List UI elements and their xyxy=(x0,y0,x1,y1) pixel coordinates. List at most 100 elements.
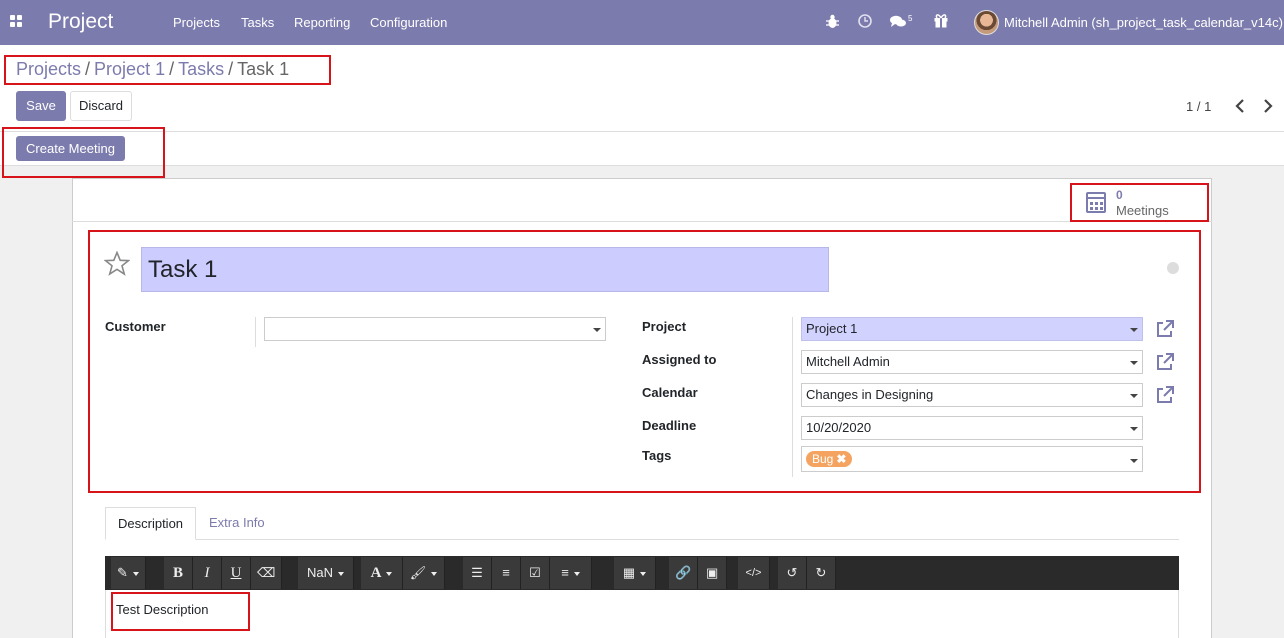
clock-icon[interactable] xyxy=(858,14,872,28)
external-link-icon[interactable] xyxy=(1155,352,1175,372)
priority-star-icon[interactable] xyxy=(104,251,130,276)
redo-icon[interactable]: ↻ xyxy=(807,557,836,589)
font-group: B I U ⌫ xyxy=(164,557,283,589)
menu-reporting[interactable]: Reporting xyxy=(294,15,350,30)
style-group: ✎ xyxy=(111,557,146,589)
bold-icon[interactable]: B xyxy=(164,557,193,589)
chevron-down-icon xyxy=(1130,394,1138,398)
list-group: ☰ ≡ ☑ ≡ xyxy=(463,557,592,589)
editor-toolbar: ✎ B I U ⌫ NaN A 🖌 ☰ ≡ ☑ ≡ ▦ 🔗 ▣ </> ↺ ↻ xyxy=(105,556,1179,590)
breadcrumb-separator: / xyxy=(169,59,175,79)
chevron-down-icon xyxy=(1130,361,1138,365)
external-link-icon[interactable] xyxy=(1155,319,1175,339)
magic-wand-icon[interactable]: ✎ xyxy=(111,557,146,589)
tag-bug-label: Bug xyxy=(812,452,834,466)
deadline-input[interactable]: 10/20/2020 xyxy=(801,416,1143,440)
checklist-icon[interactable]: ☑ xyxy=(521,557,550,589)
menu-tasks[interactable]: Tasks xyxy=(241,15,274,30)
tag-bug: Bug ✖ xyxy=(806,451,853,467)
breadcrumb-project-1[interactable]: Project 1 xyxy=(94,59,165,79)
breadcrumb-current: Task 1 xyxy=(237,59,290,79)
pager-value[interactable]: 1 / 1 xyxy=(1186,99,1211,114)
chat-icon[interactable] xyxy=(890,15,906,28)
chevron-down-icon xyxy=(1130,459,1138,463)
save-button[interactable]: Save xyxy=(16,91,66,121)
gift-icon[interactable] xyxy=(934,13,948,28)
project-value: Project 1 xyxy=(806,321,858,336)
breadcrumb-projects[interactable]: Projects xyxy=(16,59,81,79)
color-group: A 🖌 xyxy=(361,557,445,589)
deadline-label: Deadline xyxy=(642,418,697,433)
underline-icon[interactable]: U xyxy=(222,557,251,589)
calendar-icon xyxy=(1086,192,1106,213)
description-content[interactable]: Test Description xyxy=(116,602,208,617)
calendar-select[interactable]: Changes in Designing xyxy=(801,383,1143,407)
field-divider xyxy=(255,317,256,347)
deadline-value: 10/20/2020 xyxy=(806,420,872,435)
field-divider xyxy=(792,317,793,477)
image-icon[interactable]: ▣ xyxy=(698,557,728,589)
eraser-icon[interactable]: ⌫ xyxy=(251,557,283,589)
user-avatar[interactable] xyxy=(974,10,999,35)
calendar-label: Calendar xyxy=(642,385,698,400)
assigned-to-label: Assigned to xyxy=(642,352,717,367)
code-view-icon[interactable]: </> xyxy=(738,557,770,589)
project-select[interactable]: Project 1 xyxy=(801,317,1143,341)
insert-group: 🔗 ▣ xyxy=(669,557,728,589)
chevron-down-icon xyxy=(1130,427,1138,431)
italic-icon[interactable]: I xyxy=(193,557,222,589)
customer-select[interactable] xyxy=(264,317,606,341)
breadcrumb: Projects / Project 1/Tasks / Task 1 xyxy=(16,59,289,80)
breadcrumb-tasks[interactable]: Tasks xyxy=(178,59,224,79)
external-link-icon[interactable] xyxy=(1155,385,1175,405)
calendar-value: Changes in Designing xyxy=(806,387,934,402)
pager-next-icon[interactable] xyxy=(1263,99,1273,113)
table-icon[interactable]: ▦ xyxy=(614,557,656,589)
remove-tag-icon[interactable]: ✖ xyxy=(836,452,846,466)
create-meeting-button[interactable]: Create Meeting xyxy=(16,136,125,161)
brush-icon[interactable]: 🖌 xyxy=(403,557,445,589)
menu-projects[interactable]: Projects xyxy=(173,15,220,30)
apps-menu-icon[interactable] xyxy=(10,15,24,29)
tags-label: Tags xyxy=(642,448,672,463)
paragraph-align-icon[interactable]: ≡ xyxy=(550,557,592,589)
font-color-icon[interactable]: A xyxy=(361,557,403,589)
history-group: ↺ ↻ xyxy=(778,557,836,589)
code-group: </> xyxy=(738,557,770,589)
menu-configuration[interactable]: Configuration xyxy=(370,15,447,30)
tags-select[interactable] xyxy=(801,446,1143,472)
assigned-to-select[interactable]: Mitchell Admin xyxy=(801,350,1143,374)
bug-icon[interactable] xyxy=(826,14,839,29)
app-brand[interactable]: Project xyxy=(48,10,113,34)
undo-icon[interactable]: ↺ xyxy=(778,557,807,589)
project-label: Project xyxy=(642,319,687,334)
meetings-label: Meetings xyxy=(1116,203,1169,218)
chat-count-badge: 5 xyxy=(908,14,913,23)
discard-button[interactable]: Discard xyxy=(70,91,132,121)
ordered-list-icon[interactable]: ≡ xyxy=(492,557,521,589)
top-navbar: Project Projects Tasks Reporting Configu… xyxy=(0,0,1284,45)
tab-extra-info[interactable]: Extra Info xyxy=(197,507,277,540)
font-size-dropdown[interactable]: NaN xyxy=(298,557,354,589)
form-header: Create Meeting xyxy=(0,132,1284,166)
kanban-state-indicator[interactable] xyxy=(1167,262,1179,274)
user-menu[interactable]: Mitchell Admin (sh_project_task_calendar… xyxy=(1004,15,1283,30)
description-editor[interactable] xyxy=(105,590,1179,638)
breadcrumb-separator: / xyxy=(228,59,234,79)
fontsize-group: NaN xyxy=(298,557,354,589)
smart-button-box xyxy=(72,178,1212,222)
unordered-list-icon[interactable]: ☰ xyxy=(463,557,492,589)
customer-label: Customer xyxy=(105,319,166,334)
breadcrumb-separator: / xyxy=(85,59,91,79)
link-icon[interactable]: 🔗 xyxy=(669,557,699,589)
control-panel: Projects / Project 1/Tasks / Task 1 Save Dis… xyxy=(0,45,1284,132)
chevron-down-icon xyxy=(1130,328,1138,332)
meetings-smart-button[interactable]: 0 Meetings xyxy=(1084,187,1206,219)
font-size-value: NaN xyxy=(306,565,333,580)
pager-previous-icon[interactable] xyxy=(1235,99,1245,113)
assigned-to-value: Mitchell Admin xyxy=(806,354,890,369)
chevron-down-icon xyxy=(593,328,601,332)
tab-description[interactable]: Description xyxy=(105,507,197,540)
task-title-input[interactable] xyxy=(141,247,829,292)
table-group: ▦ xyxy=(614,557,656,589)
